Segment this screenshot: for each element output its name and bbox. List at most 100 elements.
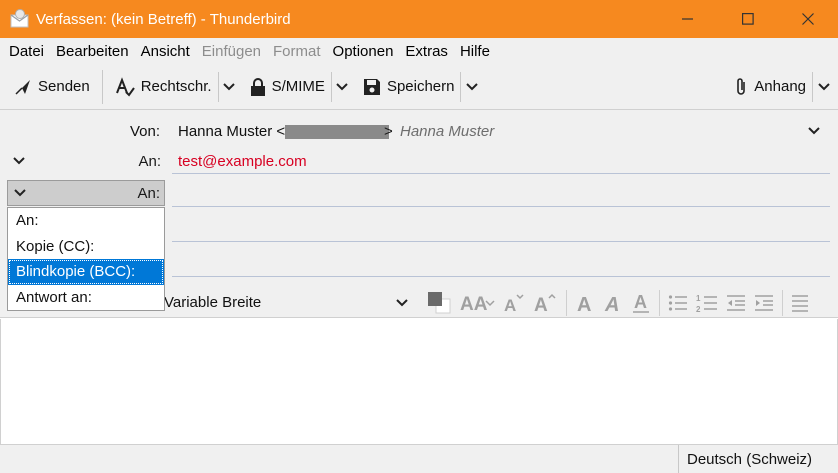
paperclip-icon [737,77,746,95]
from-identity-select[interactable]: Hanna Muster < > Hanna Muster [172,118,830,144]
close-icon [802,13,814,25]
address-type-toggle[interactable]: An: [7,148,165,174]
font-select-value: Variable Breite [164,294,262,311]
smime-dropdown[interactable] [330,71,353,102]
attach-dropdown[interactable] [812,71,834,102]
spelling-dropdown[interactable] [217,71,240,102]
svg-text:A: A [634,292,647,312]
address-type-menu: An: Kopie (CC): Blindkopie (BCC): Antwor… [7,207,165,311]
chevron-down-icon [336,82,349,90]
smime-button[interactable]: S/MIME [244,72,331,102]
color-swatch-icon [428,292,451,314]
save-button[interactable]: Speichern [357,72,461,102]
font-select[interactable]: Variable Breite [158,290,414,315]
menu-einfuegen[interactable]: Einfügen [196,43,267,60]
compose-toolbar: Senden Rechtschr. S/MIME Speichern Anhan… [0,64,838,110]
italic-button[interactable]: A [599,289,627,317]
attach-button[interactable]: Anhang [728,72,812,102]
smime-label: S/MIME [271,78,325,95]
larger-font-icon: A [534,293,556,313]
save-icon [363,78,380,95]
minimize-button[interactable] [658,0,718,38]
recipient-underline [172,206,830,207]
svg-text:A: A [534,295,548,313]
spelling-button[interactable]: Rechtschr. [109,72,218,102]
send-icon [15,79,30,95]
send-label: Senden [38,78,90,95]
larger-font-button[interactable]: A [530,289,562,317]
numbered-list-icon: 12 [696,294,717,313]
italic-icon: A [604,294,619,313]
chevron-down-icon [13,157,25,165]
smaller-font-button[interactable]: A [500,289,530,317]
menu-datei[interactable]: Datei [3,43,50,60]
language-selector[interactable]: Deutsch (Schweiz) [678,445,838,473]
address-type-toggle-active[interactable]: An: [7,180,165,206]
from-label: Von: [129,123,160,140]
status-bar: Deutsch (Schweiz) [0,444,838,473]
underline-icon: A [633,292,649,313]
title-bar: Verfassen: (kein Betreff) - Thunderbird [0,0,838,38]
chevron-down-icon [817,82,830,90]
toolbar-separator [101,69,103,104]
chevron-down-icon [223,82,235,90]
option-reply-to[interactable]: Antwort an: [8,285,164,311]
window-controls [658,0,838,38]
svg-text:1: 1 [696,294,701,303]
save-dropdown[interactable] [460,71,482,102]
outdent-button[interactable] [722,289,750,317]
font-size-button[interactable]: AA [456,289,500,317]
menu-hilfe[interactable]: Hilfe [454,43,496,60]
option-bcc[interactable]: Blindkopie (BCC): [8,259,164,285]
chevron-down-icon [14,189,26,197]
bold-button[interactable]: A [571,289,599,317]
chevron-down-icon [466,82,478,90]
option-cc[interactable]: Kopie (CC): [8,234,164,260]
save-label: Speichern [386,78,455,95]
minimize-icon [682,18,693,20]
smaller-font-icon: A [504,294,524,313]
attach-label: Anhang [754,78,806,95]
maximize-icon [742,13,754,25]
bullet-list-button[interactable] [664,289,692,317]
spelling-label: Rechtschr. [140,78,212,95]
redacted-email [285,125,389,139]
from-identity-hint: Hanna Muster [400,123,495,140]
bullet-list-icon [668,295,687,311]
font-size-icon: AA [460,294,495,313]
outdent-icon [727,295,745,311]
bold-icon: A [577,294,591,313]
language-label: Deutsch (Schweiz) [687,451,813,468]
menu-ansicht[interactable]: Ansicht [135,43,196,60]
menu-extras[interactable]: Extras [399,43,454,60]
spellcheck-icon [115,76,135,97]
menu-bar: Datei Bearbeiten Ansicht Einfügen Format… [0,38,838,64]
chevron-down-icon [396,298,408,306]
address-type-label: An: [137,184,160,202]
lock-icon [250,77,265,96]
underline-button[interactable]: A [627,289,655,317]
format-separator [782,290,783,316]
recipient-input[interactable] [172,180,830,206]
format-icons: AA A A A A A 12 [420,288,813,318]
svg-text:A: A [504,296,516,313]
option-to[interactable]: An: [8,208,164,234]
maximize-button[interactable] [718,0,778,38]
menu-bearbeiten[interactable]: Bearbeiten [50,43,135,60]
svg-text:A: A [577,294,591,313]
svg-text:AA: AA [460,294,488,313]
subject-underline [172,276,830,277]
indent-button[interactable] [750,289,778,317]
format-separator [566,290,567,316]
chevron-down-icon [808,127,820,135]
send-button[interactable]: Senden [8,72,96,102]
align-button[interactable] [787,289,813,317]
menu-optionen[interactable]: Optionen [327,43,400,60]
menu-format[interactable]: Format [267,43,327,60]
close-button[interactable] [778,0,838,38]
text-color-button[interactable] [420,289,456,317]
from-suffix: > [384,123,393,140]
message-body-editor[interactable] [0,319,838,444]
numbered-list-button[interactable]: 12 [692,289,722,317]
recipient-address[interactable]: test@example.com [178,153,307,170]
